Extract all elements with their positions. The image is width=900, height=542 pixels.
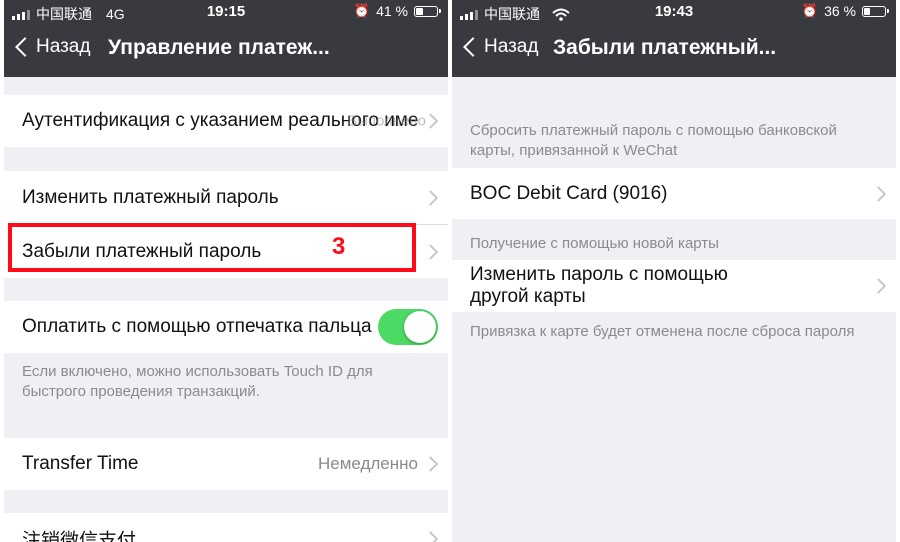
left-screen: 中国联通 4G 19:15 ⏰ 41 % Назад Управление пл…	[4, 0, 448, 542]
chevron-left-icon	[15, 37, 35, 57]
transfer-time-row[interactable]: Transfer Time Немедленно	[4, 438, 448, 490]
other-card-label-line1: Изменить пароль с помощью	[470, 264, 728, 285]
left-header: 中国联通 4G 19:15 ⏰ 41 % Назад Управление пл…	[4, 0, 448, 77]
row-label: Transfer Time	[22, 453, 139, 474]
back-button[interactable]: Назад	[462, 36, 538, 58]
fingerprint-toggle[interactable]	[378, 309, 438, 345]
chevron-right-icon	[422, 456, 439, 472]
battery-percent: 36 %	[824, 3, 856, 19]
chevron-right-icon	[422, 243, 439, 260]
other-card-label-line2: другой карты	[470, 286, 586, 307]
page-title: Управление платеж...	[108, 36, 330, 59]
real-name-auth-row[interactable]: Аутентификация с указанием реального име…	[4, 95, 448, 147]
navigation-bar: Назад Забыли платежный...	[452, 30, 896, 70]
back-button[interactable]: Назад	[14, 36, 90, 58]
new-card-section-note: Получение с помощью новой карты	[470, 235, 719, 252]
fingerprint-note: Если включено, можно использовать Touch …	[22, 363, 373, 400]
battery-icon	[414, 5, 441, 17]
chevron-right-icon	[870, 185, 887, 202]
cancel-wechat-pay-row[interactable]: 注销微信支付	[4, 513, 448, 542]
chevron-right-icon	[870, 278, 887, 294]
row-label: Изменить платежный пароль	[22, 186, 279, 208]
transfer-time-value: Немедленно	[317, 454, 418, 473]
toggle-knob	[404, 311, 436, 343]
back-label: Назад	[36, 36, 91, 57]
other-card-row[interactable]: Изменить пароль с помощью другой карты	[452, 260, 896, 312]
auth-status-overlay: Выполнено	[347, 112, 426, 130]
back-label: Назад	[484, 36, 539, 57]
unbind-footer-note: Привязка к карте будет отменена после сб…	[470, 323, 855, 340]
right-header: 中国联通 19:43 ⏰ 36 % Назад Забыли платежный…	[452, 0, 896, 77]
right-screen: 中国联通 19:43 ⏰ 36 % Назад Забыли платежный…	[452, 0, 896, 542]
battery-percent: 41 %	[376, 3, 408, 19]
step-annotation: 3	[332, 233, 346, 260]
chevron-right-icon	[422, 531, 439, 542]
highlight-box	[8, 223, 416, 272]
change-password-row[interactable]: Изменить платежный пароль	[4, 171, 448, 224]
alarm-icon: ⏰	[353, 3, 371, 18]
status-bar: 中国联通 19:43 ⏰ 36 %	[452, 0, 896, 26]
chevron-right-icon	[422, 189, 439, 206]
alarm-icon: ⏰	[801, 3, 819, 18]
navigation-bar: Назад Управление платеж...	[4, 30, 448, 70]
chevron-left-icon	[463, 37, 483, 57]
bank-card-section-note: Сбросить платежный пароль с помощью банк…	[470, 122, 837, 159]
card-label: BOC Debit Card (9016)	[470, 182, 668, 204]
battery-icon	[862, 5, 889, 17]
row-label: 注销微信支付	[22, 530, 137, 542]
status-bar: 中国联通 4G 19:15 ⏰ 41 %	[4, 0, 448, 26]
page-title: Забыли платежный...	[553, 36, 777, 59]
fingerprint-pay-row: Оплатить с помощью отпечатка пальца	[4, 301, 448, 353]
boc-debit-card-row[interactable]: BOC Debit Card (9016)	[452, 168, 896, 219]
row-label: Оплатить с помощью отпечатка пальца	[22, 316, 372, 337]
